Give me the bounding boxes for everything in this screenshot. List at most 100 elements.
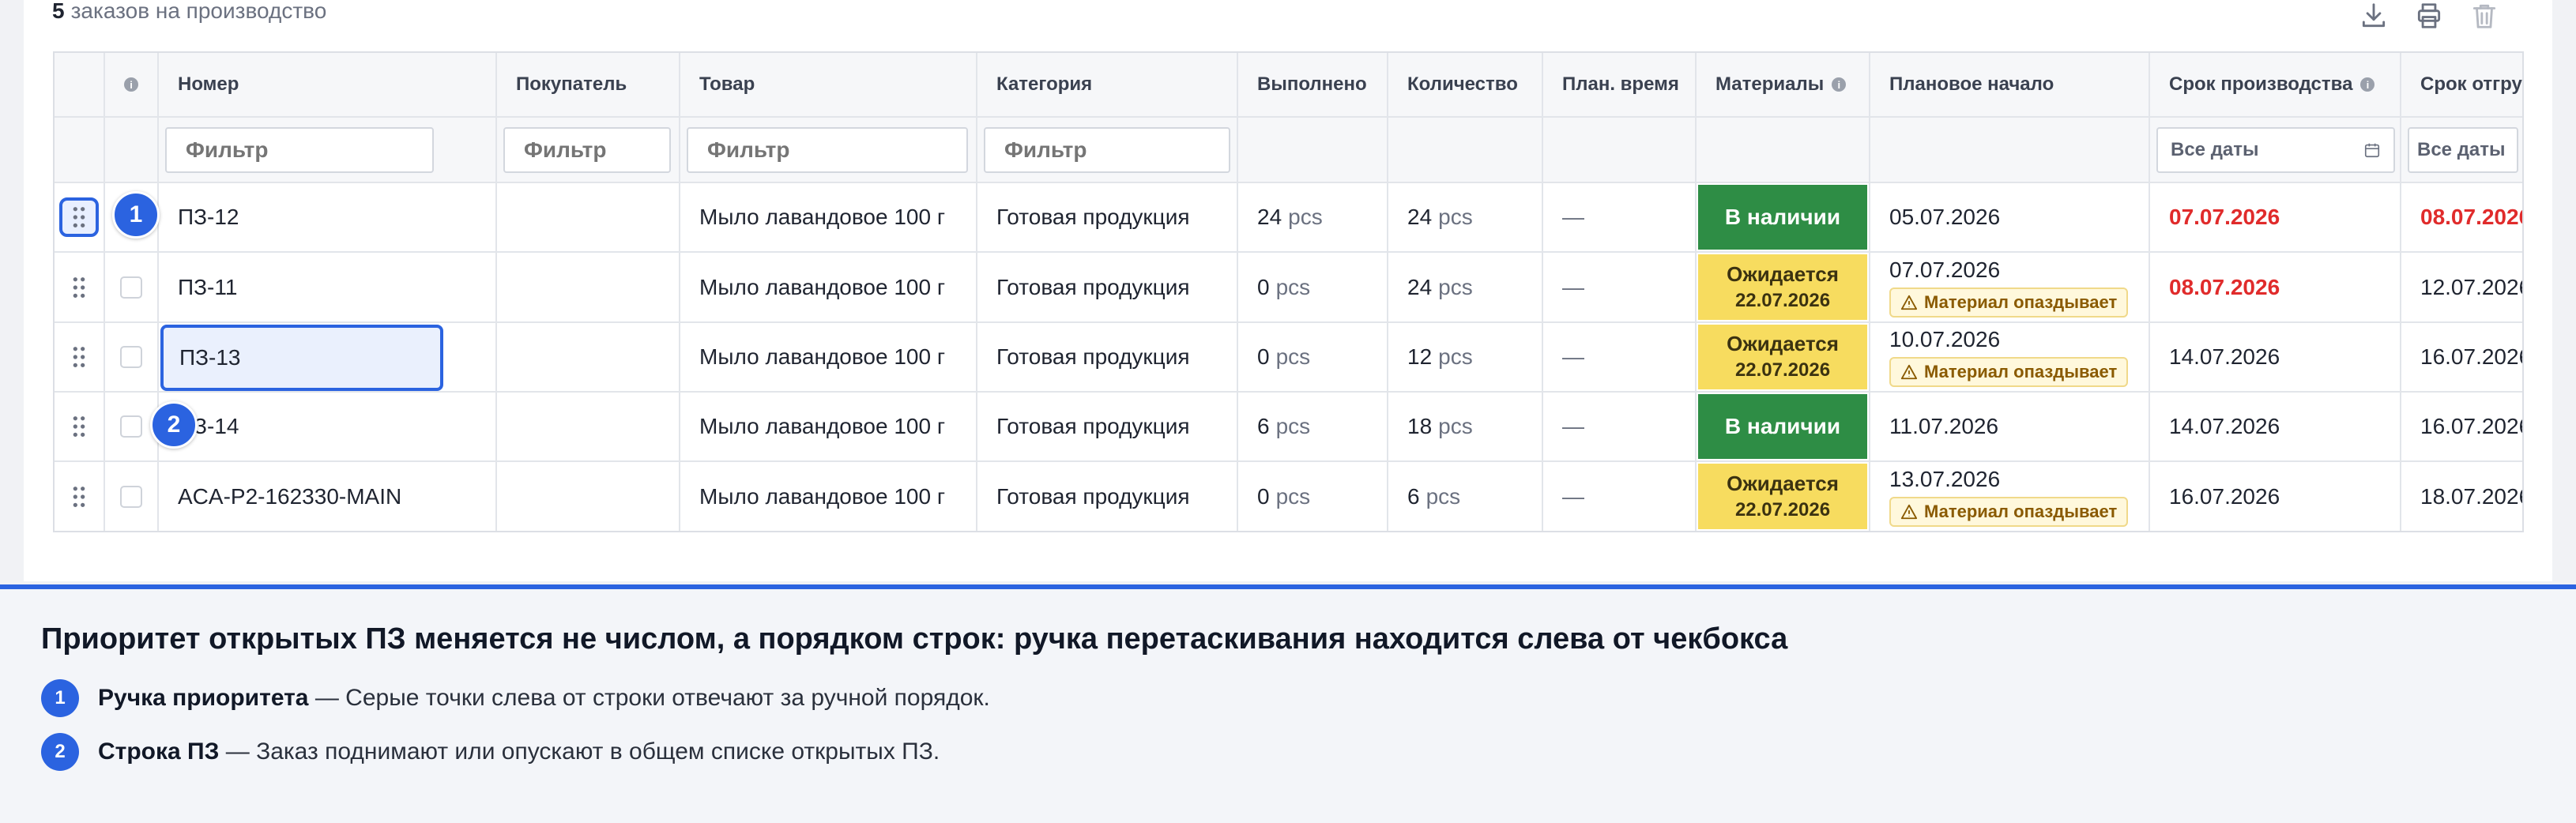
- plan-start-date: 07.07.2026: [1889, 257, 2001, 282]
- plan-time: —: [1543, 183, 1697, 251]
- item: Мыло лавандовое 100 г: [680, 183, 977, 251]
- print-icon[interactable]: [2413, 0, 2445, 32]
- plan-start-date: 10.07.2026: [1889, 327, 2001, 351]
- unit: pcs: [1438, 414, 1473, 438]
- material-late-badge: Материал опаздывает: [1889, 496, 2129, 527]
- ship-deadline: 16.07.2026: [2420, 414, 2522, 438]
- order-number[interactable]: ПЗ-11: [159, 253, 497, 321]
- filter-item-input[interactable]: [687, 126, 968, 173]
- column-header-item[interactable]: Товар: [680, 53, 977, 116]
- plan-start: 05.07.2026: [1870, 183, 2150, 251]
- prod-date-filter[interactable]: Все даты: [2156, 126, 2395, 173]
- materials: В наличии: [1697, 183, 1870, 251]
- legend-term: Строка ПЗ: [98, 738, 220, 765]
- plan-start: 10.07.2026 Материал опаздывает: [1870, 323, 2150, 391]
- column-header-number[interactable]: Номер: [159, 53, 497, 116]
- ship-deadline: 16.07.2026: [2420, 344, 2522, 369]
- column-header-category[interactable]: Категория: [977, 53, 1238, 116]
- plan-start: 11.07.2026: [1870, 393, 2150, 460]
- buyer: [497, 462, 680, 531]
- column-header-buyer[interactable]: Покупатель: [497, 53, 680, 116]
- done-value: 24: [1257, 205, 1282, 229]
- row-checkbox[interactable]: [120, 346, 142, 368]
- ship-date-filter[interactable]: Все даты: [2408, 126, 2518, 173]
- prod-deadline: 07.07.2026: [2150, 183, 2401, 251]
- qty: 24 pcs: [1388, 253, 1543, 321]
- materials: В наличии: [1697, 393, 1870, 460]
- unit: pcs: [1438, 344, 1473, 369]
- info-icon[interactable]: i: [124, 77, 138, 92]
- column-header-materials[interactable]: Материалы i: [1697, 53, 1870, 116]
- trash-icon[interactable]: [2469, 0, 2500, 32]
- qty-value: 12: [1407, 344, 1433, 369]
- warning-text: Материал опаздывает: [1924, 501, 2118, 521]
- column-header-ship-deadline[interactable]: Срок отгрузки: [2401, 53, 2522, 116]
- row-checkbox[interactable]: [120, 415, 142, 438]
- column-header-prod-deadline[interactable]: Срок производства i: [2150, 53, 2401, 116]
- item: Мыло лавандовое 100 г: [680, 462, 977, 531]
- qty: 24 pcs: [1388, 183, 1543, 251]
- done-value: 0: [1257, 483, 1270, 509]
- filter-number-input[interactable]: [165, 126, 434, 173]
- column-header-qty[interactable]: Количество: [1388, 53, 1543, 116]
- category: Готовая продукция: [977, 462, 1238, 531]
- drag-handle[interactable]: [55, 462, 105, 531]
- filter-cell-ship-dates: Все даты: [2401, 118, 2522, 182]
- order-number[interactable]: ПЗ-12: [159, 183, 497, 251]
- table-row[interactable]: ПЗ-12 Мыло лавандовое 100 г Готовая прод…: [55, 183, 2522, 253]
- info-icon[interactable]: i: [2360, 77, 2375, 92]
- filter-category-input[interactable]: [984, 126, 1230, 173]
- table-row[interactable]: ПЗ-11 Мыло лавандовое 100 г Готовая прод…: [55, 253, 2522, 323]
- column-header-plan-time[interactable]: План. время: [1543, 53, 1697, 116]
- order-number[interactable]: ACA-P2-162330-MAIN: [159, 462, 497, 531]
- table-row[interactable]: ACA-P2-162330-MAIN Мыло лавандовое 100 г…: [55, 462, 2522, 531]
- ship-date-filter-value: Все даты: [2417, 138, 2506, 160]
- toolbar: [2358, 0, 2500, 32]
- done-value: 6: [1257, 414, 1270, 438]
- column-header-done[interactable]: Выполнено: [1238, 53, 1388, 116]
- prod-deadline: 14.07.2026: [2150, 323, 2401, 391]
- unit: pcs: [1275, 274, 1311, 299]
- category: Готовая продукция: [977, 183, 1238, 251]
- materials-date: 22.07.2026: [1734, 498, 1831, 520]
- orders-count-value: 5: [52, 0, 65, 23]
- download-icon[interactable]: [2358, 0, 2390, 32]
- calendar-icon: [2364, 143, 2380, 157]
- row-checkbox[interactable]: [120, 276, 142, 299]
- qty: 12 pcs: [1388, 323, 1543, 391]
- plan-time: —: [1543, 323, 1697, 391]
- drag-handle[interactable]: [55, 323, 105, 391]
- unit: pcs: [1275, 414, 1311, 438]
- filter-empty: [105, 118, 159, 182]
- materials-badge-in-stock: В наличии: [1698, 185, 1867, 250]
- materials-badge-awaited: Ожидается 22.07.2026: [1698, 254, 1867, 320]
- legend-number: 2: [41, 733, 79, 771]
- drag-handle[interactable]: [55, 393, 105, 460]
- column-header-plan-start[interactable]: Плановое начало: [1870, 53, 2150, 116]
- order-number[interactable]: ПЗ-14: [159, 393, 497, 460]
- drag-handle-cell: [55, 183, 105, 251]
- drag-handle-focused[interactable]: [59, 197, 99, 237]
- materials-badge-in-stock: В наличии: [1698, 394, 1867, 459]
- qty: 18 pcs: [1388, 393, 1543, 460]
- prod-deadline: 08.07.2026: [2150, 253, 2401, 321]
- explanation-title: Приоритет открытых ПЗ меняется не числом…: [41, 622, 1788, 656]
- prod-deadline: 14.07.2026: [2150, 393, 2401, 460]
- materials-date: 22.07.2026: [1734, 359, 1831, 381]
- qty-value: 24: [1407, 205, 1433, 229]
- drag-handle[interactable]: [55, 253, 105, 321]
- filter-buyer-input[interactable]: [503, 126, 671, 173]
- table-header-row: i Номер Покупатель Товар Категория Выпол…: [55, 53, 2522, 118]
- info-icon[interactable]: i: [1832, 77, 1847, 92]
- done: 6 pcs: [1238, 393, 1388, 460]
- order-number-selected[interactable]: ПЗ-13: [160, 325, 443, 391]
- warning-text: Материал опаздывает: [1924, 291, 2118, 312]
- buyer: [497, 323, 680, 391]
- buyer: [497, 183, 680, 251]
- warning-icon: [1900, 504, 1918, 519]
- table-row[interactable]: ПЗ-13 Мыло лавандовое 100 г Готовая прод…: [55, 323, 2522, 393]
- table-row[interactable]: ПЗ-14 Мыло лавандовое 100 г Готовая прод…: [55, 393, 2522, 462]
- row-checkbox[interactable]: [120, 485, 142, 508]
- legend-number: 1: [41, 679, 79, 717]
- qty: 6 pcs: [1388, 462, 1543, 531]
